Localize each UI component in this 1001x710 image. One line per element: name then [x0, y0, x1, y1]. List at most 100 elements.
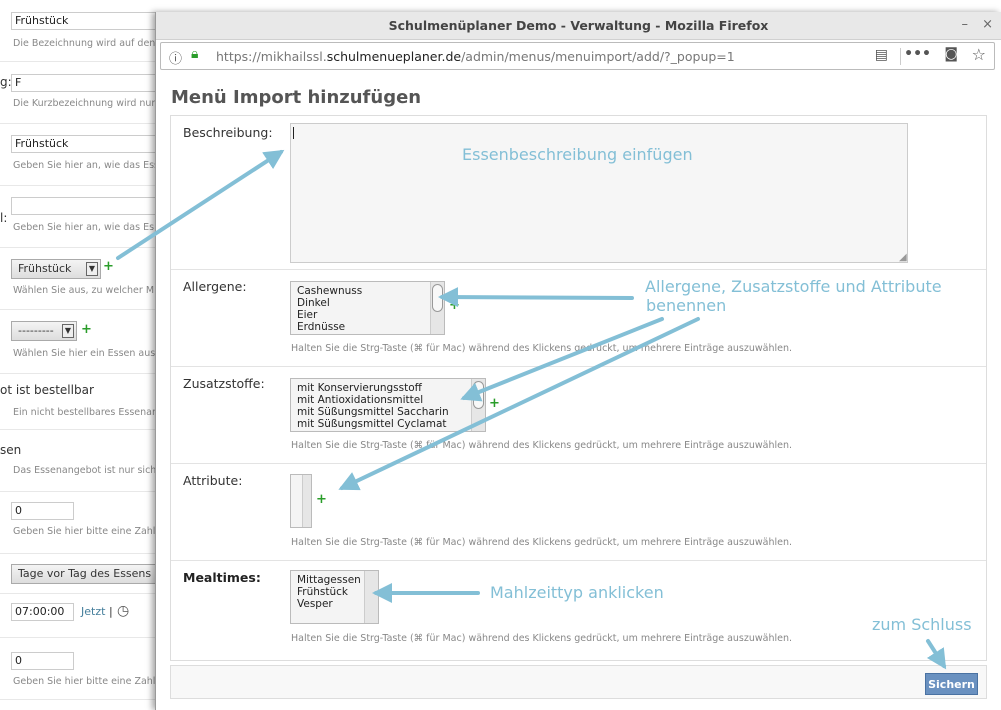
clock-icon[interactable]: ◷	[117, 603, 129, 619]
bestellbar-label: ot ist bestellbar	[0, 383, 94, 397]
bg-row-l: l: Geben Sie hier an, wie das Es	[0, 186, 160, 248]
zahl1-help: Geben Sie hier bitte eine Zahl	[13, 526, 156, 537]
zahl1-input[interactable]: 0	[11, 502, 74, 520]
add-mealtime-icon[interactable]: +	[381, 587, 392, 602]
submit-row: Sichern	[170, 665, 987, 699]
list-item[interactable]: Dinkel	[291, 297, 444, 309]
bg-row-bezeichnung: Frühstück Die Bezeichnung wird auf den	[0, 0, 160, 62]
bg-row-tage: Tage vor Tag des Essens	[0, 554, 160, 594]
lock-icon[interactable]: 🔒︎	[191, 46, 198, 62]
l-help: Geben Sie hier an, wie das Es	[13, 222, 155, 233]
window-titlebar: Schulmenüplaner Demo - Verwaltung - Mozi…	[156, 12, 1001, 40]
zahl2-help: Geben Sie hier bitte eine Zahl	[13, 676, 156, 687]
add-allergen-icon[interactable]: +	[449, 298, 460, 313]
allergene-help: Halten Sie die Strg-Taste (⌘ für Mac) wä…	[291, 343, 793, 354]
zusatzstoffe-multiselect[interactable]: mit Konservierungsstoff mit Antioxidatio…	[290, 378, 486, 432]
bezeichnung-input[interactable]: Frühstück	[11, 12, 160, 30]
chevron-down-icon: ▼	[86, 262, 98, 276]
allergene-label: Allergene:	[183, 279, 247, 294]
list-item[interactable]: mit Konservierungsstoff	[291, 382, 485, 394]
beschreibung-textarea[interactable]	[290, 123, 908, 263]
list-item[interactable]: Cashewnuss	[291, 285, 444, 297]
list-item[interactable]: mit Süßungsmittel Cyclamat	[291, 418, 485, 430]
list-item[interactable]: mit Süßungsmittel Saccharin	[291, 406, 485, 418]
chevron-down-icon: ▼	[62, 324, 74, 338]
url-bar[interactable]: ⓘ 🔒︎ https://mikhailssl.schulmenueplaner…	[160, 42, 995, 70]
essen-input[interactable]: Frühstück	[11, 135, 160, 153]
mahlzeit-select[interactable]: Frühstück ▼	[11, 259, 101, 279]
url-domain: schulmenueplaner.de	[326, 49, 462, 64]
tage-select[interactable]: Tage vor Tag des Essens	[11, 564, 160, 584]
mahlzeit-select-value: Frühstück	[18, 262, 72, 275]
scrollbar[interactable]	[430, 282, 444, 334]
bg-row-time: 07:00:00 Jetzt | ◷	[0, 594, 160, 638]
mealtimes-multiselect[interactable]: Mittagessen Frühstück Vesper	[290, 570, 379, 624]
reader-view-icon[interactable]: ▤	[875, 47, 888, 63]
url-text[interactable]: https://mikhailssl.schulmenueplaner.de/a…	[216, 49, 735, 64]
sen-label: sen	[0, 443, 22, 457]
bg-row-bestellbar: ot ist bestellbar Ein nicht bestellbares…	[0, 374, 160, 430]
add-zusatzstoff-icon[interactable]: +	[489, 396, 500, 411]
menu-import-form: Beschreibung: ◢ Allergene: Cashewnuss Di…	[170, 115, 987, 661]
add-attribute-icon[interactable]: +	[316, 492, 327, 507]
annotation-allergene-line2: benennen	[646, 296, 727, 315]
list-item[interactable]: Eier	[291, 309, 444, 321]
attribute-multiselect[interactable]	[290, 474, 312, 528]
select2-help: Wählen Sie hier ein Essen aus	[13, 348, 156, 359]
bg-row-select2: --------- ▼ + Wählen Sie hier ein Essen …	[0, 310, 160, 374]
more-actions-icon[interactable]: •••	[904, 46, 931, 62]
separator: |	[109, 605, 113, 618]
scrollbar[interactable]	[471, 379, 485, 431]
bestellbar-help: Ein nicht bestellbares Essenan	[13, 407, 158, 418]
save-button[interactable]: Sichern	[925, 673, 978, 695]
list-item[interactable]: mit Antioxidationsmittel	[291, 394, 485, 406]
scrollbar-thumb[interactable]	[432, 284, 443, 312]
add-icon[interactable]: +	[81, 322, 92, 337]
scrollbar[interactable]	[364, 571, 378, 623]
allergene-multiselect[interactable]: Cashewnuss Dinkel Eier Erdnüsse	[290, 281, 445, 335]
sen-help: Das Essenangebot ist nur sich	[13, 465, 157, 476]
url-prefix: https://mikhailssl.	[216, 49, 327, 64]
zahl2-input[interactable]: 0	[11, 652, 74, 670]
attribute-help: Halten Sie die Strg-Taste (⌘ für Mac) wä…	[291, 537, 793, 548]
zusatzstoffe-help: Halten Sie die Strg-Taste (⌘ für Mac) wä…	[291, 440, 793, 451]
annotation-allergene-line1: Allergene, Zusatzstoffe und Attribute	[645, 277, 942, 296]
kurz-label: g:	[0, 75, 12, 89]
mealtimes-label: Mealtimes:	[183, 570, 261, 585]
annotation-schluss: zum Schluss	[872, 615, 972, 634]
row-attribute: Attribute: + Halten Sie die Strg-Taste (…	[171, 464, 986, 561]
annotation-beschreibung: Essenbeschreibung einfügen	[462, 145, 693, 164]
bookmark-star-icon[interactable]: ☆	[972, 45, 986, 64]
essen-help: Geben Sie hier an, wie das Ess	[13, 160, 159, 171]
kurz-input[interactable]: F	[11, 74, 160, 92]
background-admin-form: Frühstück Die Bezeichnung wird auf den g…	[0, 0, 160, 710]
row-zusatzstoffe: Zusatzstoffe: mit Konservierungsstoff mi…	[171, 367, 986, 464]
essen-select[interactable]: --------- ▼	[11, 321, 77, 341]
close-button[interactable]: ×	[982, 17, 993, 32]
info-icon[interactable]: ⓘ	[169, 48, 182, 67]
minimize-button[interactable]: –	[962, 17, 969, 32]
mealtimes-help: Halten Sie die Strg-Taste (⌘ für Mac) wä…	[291, 633, 793, 644]
scrollbar-thumb[interactable]	[473, 381, 484, 409]
scrollbar[interactable]	[302, 475, 311, 527]
jetzt-link[interactable]: Jetzt	[81, 605, 105, 618]
kurz-help: Die Kurzbezeichnung wird nur	[13, 98, 156, 109]
l-input[interactable]	[11, 197, 160, 215]
row-beschreibung: Beschreibung: ◢	[171, 116, 986, 270]
annotation-mahlzeit: Mahlzeittyp anklicken	[490, 583, 664, 602]
pocket-icon[interactable]: ◙	[944, 46, 958, 62]
bg-row-kurz: g: F Die Kurzbezeichnung wird nur	[0, 62, 160, 124]
text-caret	[293, 127, 294, 139]
beschreibung-label: Beschreibung:	[183, 125, 273, 140]
bg-row-essen: Frühstück Geben Sie hier an, wie das Ess	[0, 124, 160, 186]
bg-row-sen: sen Das Essenangebot ist nur sich	[0, 430, 160, 492]
time-input[interactable]: 07:00:00	[11, 603, 74, 621]
bg-row-zahl1: 0 Geben Sie hier bitte eine Zahl	[0, 492, 160, 554]
list-item[interactable]: Erdnüsse	[291, 321, 444, 333]
essen-select-value: ---------	[18, 324, 54, 337]
resize-handle-icon[interactable]: ◢	[899, 252, 907, 263]
add-icon[interactable]: +	[103, 259, 114, 274]
l-label: l:	[0, 211, 8, 225]
popup-window: Schulmenüplaner Demo - Verwaltung - Mozi…	[155, 12, 1001, 710]
bezeichnung-help: Die Bezeichnung wird auf den	[13, 38, 156, 49]
